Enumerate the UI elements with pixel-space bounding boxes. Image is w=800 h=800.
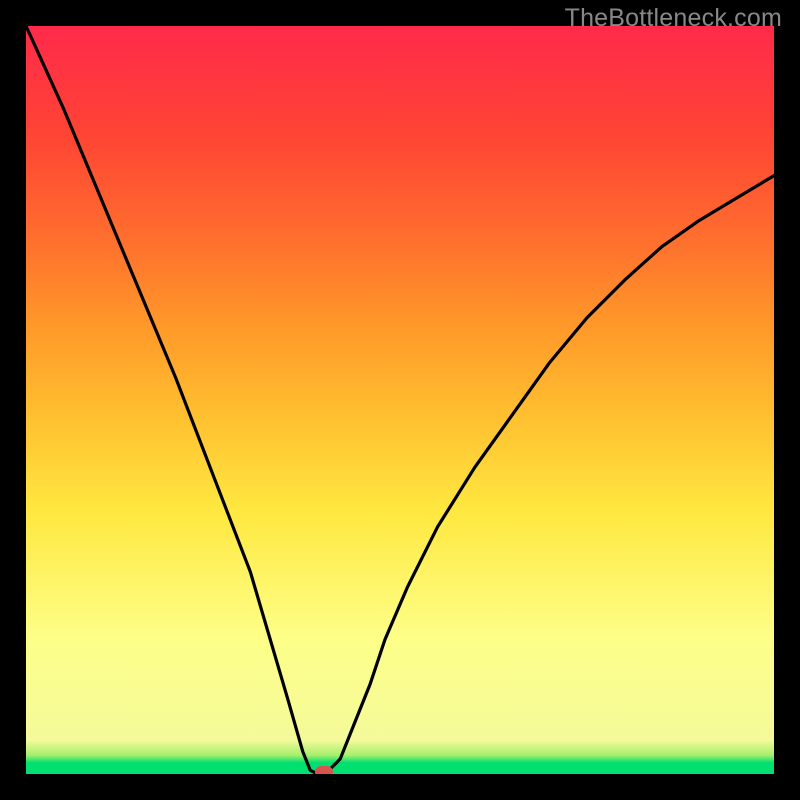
curve-layer bbox=[26, 26, 774, 774]
watermark-label: TheBottleneck.com bbox=[565, 4, 782, 33]
chart-frame: TheBottleneck.com bbox=[0, 0, 800, 800]
bottleneck-curve bbox=[26, 26, 774, 774]
plot-area bbox=[26, 26, 774, 774]
minimum-marker bbox=[315, 766, 333, 774]
